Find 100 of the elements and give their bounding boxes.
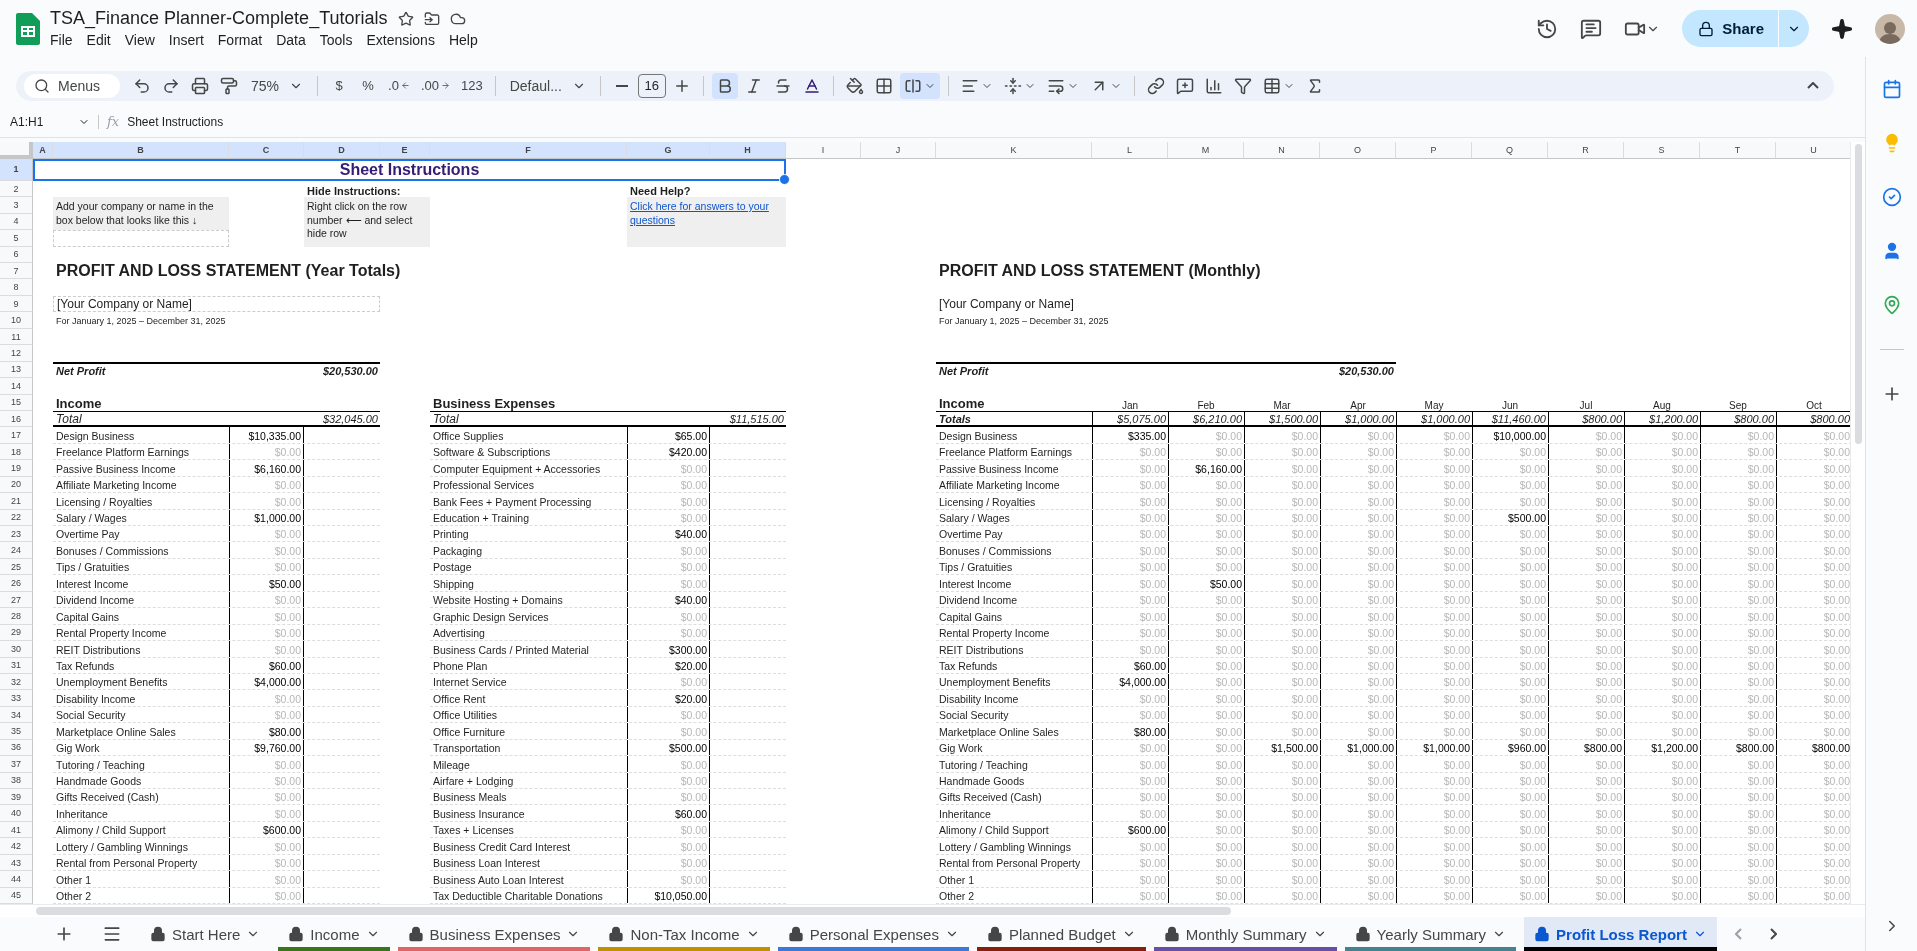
- sheet-tab[interactable]: Personal Expenses: [777, 917, 969, 951]
- decrease-decimals-button[interactable]: .0: [384, 72, 414, 99]
- row-header[interactable]: 23: [0, 526, 33, 543]
- sheet-tab[interactable]: Monthly Summary: [1153, 917, 1337, 951]
- avatar[interactable]: [1875, 13, 1905, 44]
- search-input[interactable]: Menus: [56, 76, 106, 95]
- row-header[interactable]: 19: [0, 460, 33, 477]
- row-header[interactable]: 5: [0, 230, 33, 247]
- bold-button[interactable]: [711, 72, 738, 99]
- input-field[interactable]: [53, 230, 229, 247]
- row-header[interactable]: 40: [0, 805, 33, 822]
- column-header[interactable]: B: [53, 141, 229, 159]
- menu-item[interactable]: Extensions: [359, 31, 442, 49]
- sheet-tab[interactable]: Non-Tax Income: [598, 917, 770, 951]
- calendar-icon[interactable]: [1881, 79, 1902, 99]
- row-header[interactable]: 17: [0, 427, 33, 444]
- selection-handle[interactable]: [779, 173, 790, 185]
- menu-item[interactable]: Insert: [161, 31, 211, 49]
- column-header[interactable]: S: [1624, 141, 1700, 159]
- category-label: Lottery / Gambling Winnings: [55, 839, 189, 854]
- menu-item[interactable]: View: [117, 31, 162, 49]
- category-label: Marketplace Online Sales: [55, 724, 177, 739]
- redo-icon: [162, 76, 180, 95]
- row-header[interactable]: 3: [0, 197, 33, 214]
- zoom-dropdown[interactable]: 75%: [245, 72, 310, 99]
- row-header[interactable]: 35: [0, 723, 33, 740]
- row-header[interactable]: 28: [0, 608, 33, 625]
- column-header[interactable]: I: [786, 141, 861, 159]
- menu-item[interactable]: Format: [210, 31, 270, 49]
- sheet-tab[interactable]: Income: [278, 917, 390, 951]
- company-name-field[interactable]: [Your Company or Name]: [53, 295, 380, 313]
- merge-cells-button[interactable]: [899, 72, 940, 99]
- column-header[interactable]: L: [1092, 141, 1168, 159]
- row-header[interactable]: 8: [0, 279, 33, 296]
- sheet-tab[interactable]: Profit Loss Report: [1524, 917, 1717, 951]
- row-header[interactable]: 30: [0, 641, 33, 658]
- column-header[interactable]: U: [1776, 141, 1850, 159]
- row-header[interactable]: 39: [0, 789, 33, 806]
- column-header[interactable]: O: [1320, 141, 1396, 159]
- move-folder-icon[interactable]: [423, 10, 440, 27]
- menu-item[interactable]: Help: [441, 31, 485, 49]
- tasks-icon[interactable]: [1881, 187, 1902, 207]
- horizontal-scrollbar[interactable]: [0, 904, 1865, 918]
- menu-search-field[interactable]: Menus: [24, 73, 120, 98]
- column-header[interactable]: C: [229, 141, 304, 159]
- font-size-field[interactable]: 16: [637, 73, 666, 98]
- lock-icon: [986, 926, 1003, 942]
- row-header[interactable]: 26: [0, 575, 33, 592]
- help-link[interactable]: Click here for answers to your questions: [630, 200, 783, 228]
- row-header[interactable]: 33: [0, 690, 33, 707]
- percent-button[interactable]: %: [355, 72, 382, 99]
- menu-item[interactable]: File: [50, 31, 80, 49]
- history-icon[interactable]: [1536, 17, 1559, 40]
- row-header[interactable]: 24: [0, 542, 33, 559]
- sheet-tab[interactable]: Yearly Summary: [1344, 917, 1517, 951]
- row-header[interactable]: 7: [0, 263, 33, 280]
- sheet-tab[interactable]: Start Here: [140, 917, 271, 951]
- column-header[interactable]: P: [1396, 141, 1472, 159]
- column-header[interactable]: A: [33, 141, 53, 159]
- row-header[interactable]: 37: [0, 756, 33, 773]
- amount-cell: $60.00: [627, 805, 710, 821]
- star-icon[interactable]: [397, 10, 414, 27]
- formula-field[interactable]: Sheet Instructions: [127, 114, 224, 129]
- column-header[interactable]: J: [861, 141, 936, 159]
- column-header[interactable]: R: [1548, 141, 1624, 159]
- amount-cell: $0.00: [1700, 756, 1776, 772]
- font-dropdown[interactable]: Defaul...: [503, 72, 592, 99]
- column-header[interactable]: Q: [1472, 141, 1548, 159]
- sparkle-icon[interactable]: [1831, 17, 1853, 40]
- row-header[interactable]: 44: [0, 871, 33, 888]
- vertical-scrollbar[interactable]: [1850, 141, 1865, 905]
- menu-item[interactable]: Tools: [312, 31, 360, 49]
- row-header[interactable]: 10: [0, 312, 33, 329]
- menu-item[interactable]: Edit: [79, 31, 118, 49]
- column-header[interactable]: E: [380, 141, 430, 159]
- column-header[interactable]: T: [1700, 141, 1776, 159]
- name-box[interactable]: A1:H1: [10, 114, 99, 129]
- sheet-tab[interactable]: Planned Budget: [976, 917, 1146, 951]
- company-name-field[interactable]: [Your Company or Name]: [936, 295, 1244, 313]
- number-format-button[interactable]: 123: [456, 72, 487, 99]
- column-header[interactable]: F: [430, 141, 627, 159]
- document-title[interactable]: TSA_Finance Planner-Complete_Tutorials: [50, 8, 388, 29]
- row-header[interactable]: 1: [0, 158, 33, 181]
- row-header[interactable]: 21: [0, 493, 33, 510]
- sheet-tab[interactable]: Business Expenses: [397, 917, 591, 951]
- column-header[interactable]: G: [627, 141, 710, 159]
- row-header[interactable]: 12: [0, 345, 33, 362]
- row-header[interactable]: 42: [0, 838, 33, 855]
- amount-cell: $0.00: [1244, 460, 1320, 476]
- column-header[interactable]: H: [710, 141, 786, 159]
- column-header[interactable]: D: [304, 141, 380, 159]
- menu-item[interactable]: Data: [269, 31, 313, 49]
- column-header[interactable]: M: [1168, 141, 1244, 159]
- row-header[interactable]: 14: [0, 378, 33, 395]
- amount-cell: $0.00: [1244, 558, 1320, 575]
- column-header[interactable]: K: [936, 141, 1092, 159]
- comment-icon[interactable]: [1580, 17, 1603, 40]
- column-header[interactable]: N: [1244, 141, 1320, 159]
- increase-decimals-button[interactable]: .00: [416, 72, 454, 99]
- currency-button[interactable]: $: [326, 72, 353, 99]
